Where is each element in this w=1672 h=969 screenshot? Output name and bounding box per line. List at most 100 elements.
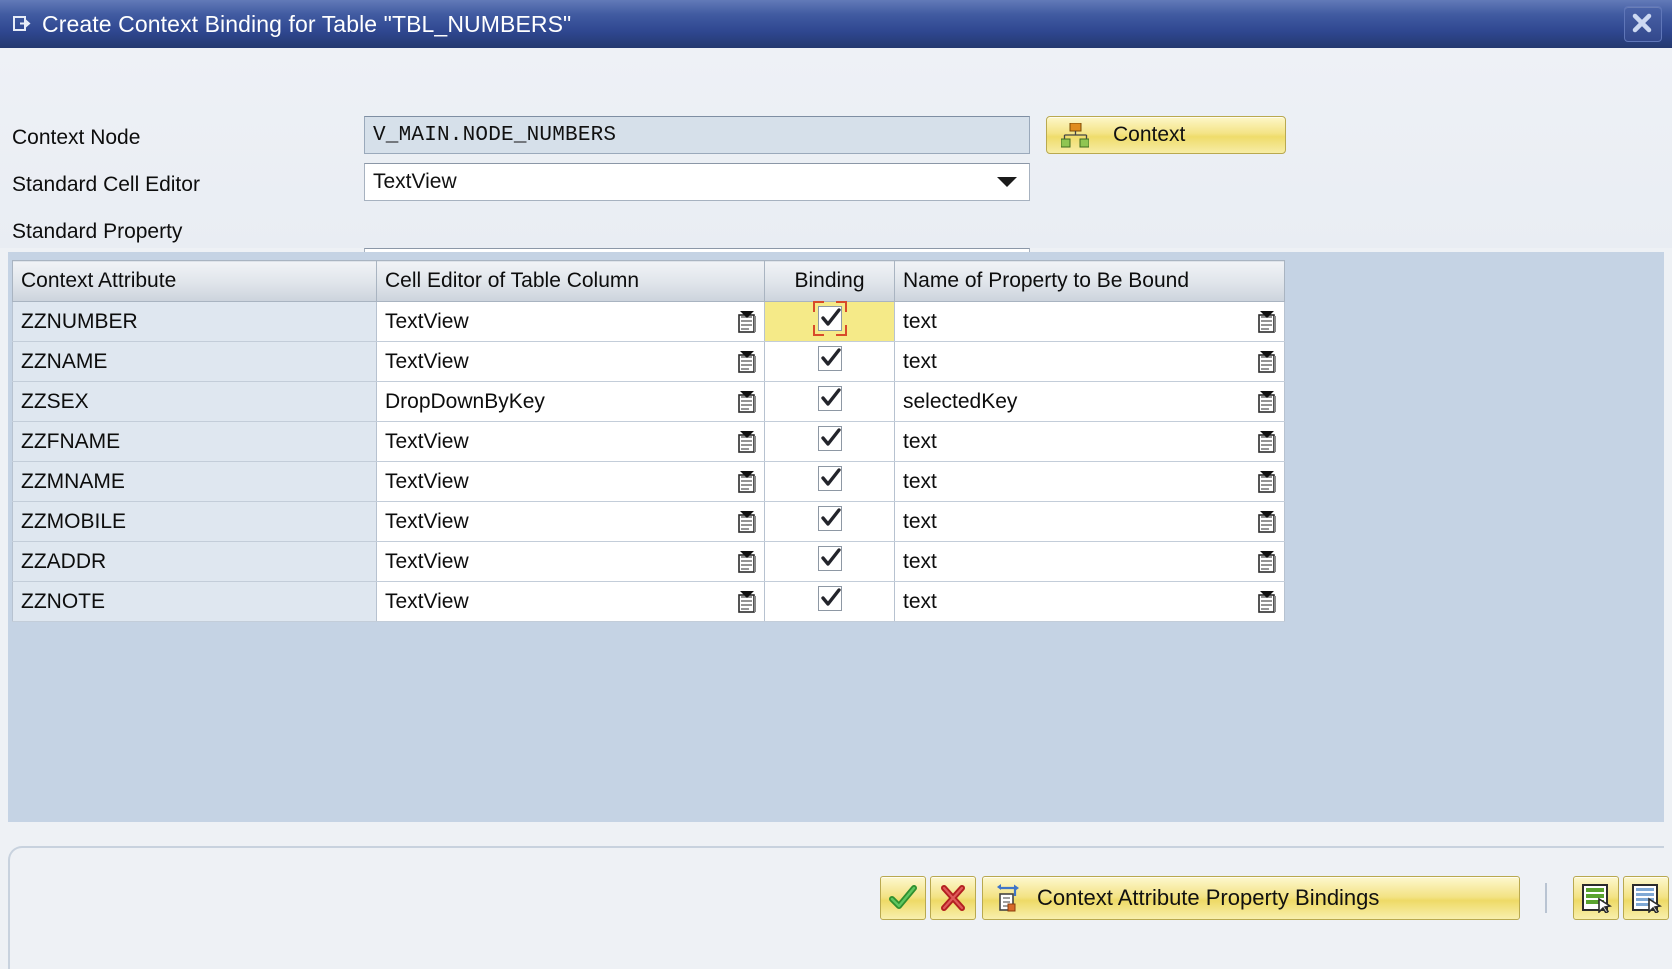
cell-editor-value: TextView <box>385 469 469 493</box>
cell-property-name[interactable]: text <box>894 421 1285 462</box>
binding-checkbox[interactable] <box>817 345 842 371</box>
table-body: ZZNUMBER TextView text ZZNAME TextView tex… <box>12 300 1285 622</box>
standard-cell-editor-value: TextView <box>373 170 457 193</box>
cancel-button[interactable] <box>930 876 976 920</box>
cell-context-attribute[interactable]: ZZSEX <box>12 381 377 422</box>
binding-checkbox[interactable] <box>817 505 842 531</box>
cell-context-attribute[interactable]: ZZADDR <box>12 541 377 582</box>
context-node-label: Context Node <box>12 126 141 149</box>
cell-context-attribute[interactable]: ZZNUMBER <box>12 301 377 342</box>
table-row[interactable]: ZZFNAME TextView text <box>12 421 1285 462</box>
cell-context-attribute[interactable]: ZZMNAME <box>12 461 377 502</box>
binding-checkbox-wrap[interactable] <box>813 383 847 415</box>
column-header-context-attribute: Context Attribute <box>12 260 377 302</box>
table-row[interactable]: ZZMNAME TextView text <box>12 461 1285 502</box>
checkmark-icon <box>820 347 841 366</box>
cell-cell-editor[interactable]: TextView <box>376 341 765 382</box>
cell-property-name[interactable]: text <box>894 461 1285 502</box>
insert-row-green-icon <box>1582 884 1612 913</box>
cell-binding[interactable] <box>764 461 895 502</box>
table-row[interactable]: ZZNOTE TextView text <box>12 581 1285 622</box>
binding-checkbox-wrap[interactable] <box>813 543 847 575</box>
value-help-clipboard-icon[interactable] <box>1256 430 1278 454</box>
cell-cell-editor[interactable]: TextView <box>376 501 765 542</box>
context-button-label: Context <box>1113 123 1186 146</box>
bindings-table: Context Attribute Cell Editor of Table C… <box>12 260 1285 622</box>
table-header-row: Context Attribute Cell Editor of Table C… <box>12 260 1285 302</box>
cell-cell-editor[interactable]: TextView <box>376 421 765 462</box>
value-help-clipboard-icon[interactable] <box>736 390 758 414</box>
value-help-clipboard-icon[interactable] <box>736 310 758 334</box>
table-row[interactable]: ZZSEX DropDownByKey selectedKey <box>12 381 1285 422</box>
value-help-clipboard-icon[interactable] <box>736 430 758 454</box>
value-help-clipboard-icon[interactable] <box>736 470 758 494</box>
value-help-clipboard-icon[interactable] <box>1256 550 1278 574</box>
context-button[interactable]: Context <box>1046 116 1286 154</box>
cell-context-attribute[interactable]: ZZNAME <box>12 341 377 382</box>
cell-binding[interactable] <box>764 541 895 582</box>
binding-checkbox[interactable] <box>817 585 842 611</box>
value-help-clipboard-icon[interactable] <box>1256 590 1278 614</box>
context-node-field[interactable]: V_MAIN.NODE_NUMBERS <box>364 116 1030 154</box>
binding-checkbox[interactable] <box>817 425 842 451</box>
cell-context-attribute[interactable]: ZZMOBILE <box>12 501 377 542</box>
dialog-window: Create Context Binding for Table "TBL_NU… <box>0 0 1672 969</box>
cell-binding[interactable] <box>764 501 895 542</box>
binding-checkbox-wrap[interactable] <box>813 503 847 535</box>
binding-checkbox-wrap[interactable] <box>813 463 847 495</box>
property-name-value: text <box>903 469 937 493</box>
binding-checkbox-wrap[interactable] <box>813 423 847 455</box>
cell-property-name[interactable]: text <box>894 301 1285 342</box>
cell-binding[interactable] <box>764 581 895 622</box>
cell-editor-value: TextView <box>385 549 469 573</box>
insert-row-green-button[interactable] <box>1573 876 1619 920</box>
binding-checkbox-wrap[interactable] <box>813 343 847 375</box>
binding-checkbox[interactable] <box>817 545 842 571</box>
cell-cell-editor[interactable]: TextView <box>376 461 765 502</box>
value-help-clipboard-icon[interactable] <box>1256 390 1278 414</box>
footer-toolbar: Context Attribute Property Bindings <box>0 868 1672 928</box>
cell-property-name[interactable]: text <box>894 541 1285 582</box>
cell-property-name[interactable]: text <box>894 581 1285 622</box>
cell-binding[interactable] <box>764 381 895 422</box>
value-help-clipboard-icon[interactable] <box>1256 310 1278 334</box>
cell-binding[interactable] <box>764 341 895 382</box>
value-help-clipboard-icon[interactable] <box>1256 350 1278 374</box>
cell-cell-editor[interactable]: TextView <box>376 301 765 342</box>
insert-row-blue-button[interactable] <box>1623 876 1669 920</box>
cell-binding[interactable] <box>764 421 895 462</box>
table-row[interactable]: ZZNAME TextView text <box>12 341 1285 382</box>
value-help-clipboard-icon[interactable] <box>736 590 758 614</box>
cell-cell-editor[interactable]: TextView <box>376 581 765 622</box>
property-name-value: text <box>903 309 937 333</box>
window-title: Create Context Binding for Table "TBL_NU… <box>42 10 572 37</box>
dialog-window-icon <box>12 14 34 34</box>
value-help-clipboard-icon[interactable] <box>1256 470 1278 494</box>
confirm-button[interactable] <box>880 876 926 920</box>
binding-checkbox-wrap[interactable] <box>812 300 847 336</box>
value-help-clipboard-icon[interactable] <box>1256 510 1278 534</box>
table-row[interactable]: ZZMOBILE TextView text <box>12 501 1285 542</box>
green-check-icon <box>889 885 917 909</box>
cell-property-name[interactable]: text <box>894 341 1285 382</box>
value-help-clipboard-icon[interactable] <box>736 350 758 374</box>
cell-cell-editor[interactable]: DropDownByKey <box>376 381 765 422</box>
binding-checkbox[interactable] <box>817 465 842 491</box>
value-help-clipboard-icon[interactable] <box>736 550 758 574</box>
binding-checkbox[interactable] <box>817 385 842 411</box>
cell-context-attribute[interactable]: ZZFNAME <box>12 421 377 462</box>
binding-checkbox[interactable] <box>817 305 842 331</box>
resize-column-icon <box>997 884 1019 912</box>
cell-property-name[interactable]: text <box>894 501 1285 542</box>
standard-cell-editor-dropdown[interactable]: TextView <box>364 163 1030 201</box>
cell-binding[interactable] <box>764 300 895 342</box>
close-button[interactable] <box>1624 6 1662 42</box>
cell-cell-editor[interactable]: TextView <box>376 541 765 582</box>
table-row[interactable]: ZZADDR TextView text <box>12 541 1285 582</box>
table-row[interactable]: ZZNUMBER TextView text <box>12 300 1285 342</box>
context-attribute-property-bindings-button[interactable]: Context Attribute Property Bindings <box>982 876 1520 920</box>
value-help-clipboard-icon[interactable] <box>736 510 758 534</box>
binding-checkbox-wrap[interactable] <box>813 583 847 615</box>
cell-property-name[interactable]: selectedKey <box>894 381 1285 422</box>
cell-context-attribute[interactable]: ZZNOTE <box>12 581 377 622</box>
